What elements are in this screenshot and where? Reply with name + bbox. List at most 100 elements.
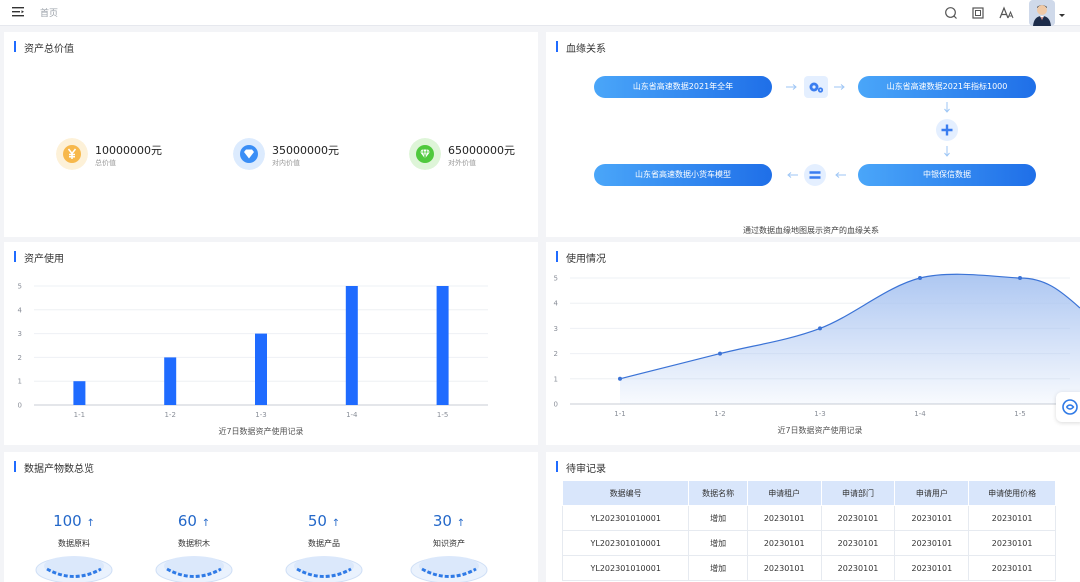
lineage-node-source[interactable]: 山东省高速数据2021年全年 <box>594 76 772 98</box>
stat-value: 100 ↑ <box>53 512 95 530</box>
data-point <box>818 326 822 331</box>
floating-assistant-button[interactable] <box>1056 392 1080 422</box>
lineage-caption: 通过数据血缘地图展示资产的血缘关系 <box>743 226 879 235</box>
y-tick-label: 3 <box>18 330 22 338</box>
x-tick-label: 1-4 <box>914 410 926 418</box>
panel-title: 血缘关系 <box>556 40 606 55</box>
arrow-left-icon <box>787 172 798 178</box>
table-header-row: 数据编号 数据名称 申请租户 申请部门 申请用户 申请使用价格 <box>561 480 1056 506</box>
y-tick-label: 1 <box>18 378 22 386</box>
table-cell: 20230101 <box>746 555 822 581</box>
table-cell: 20230101 <box>746 505 822 531</box>
arrow-up-icon: ↑ <box>201 518 211 529</box>
chevron-down-icon[interactable] <box>1059 14 1065 17</box>
table-cell: 20230101 <box>820 505 896 531</box>
table-cell: 增加 <box>688 505 748 531</box>
asset-usage-panel: 资产使用 0 1 2 3 4 5 1-1 1-2 1-3 1-4 1-5 近7日数据资产使用记录 <box>4 242 538 445</box>
lineage-node-medium[interactable]: 中银保信数据 <box>858 164 1036 186</box>
table-cell: 20230101 <box>820 530 896 556</box>
fullscreen-icon[interactable] <box>970 5 986 21</box>
column-header[interactable]: 数据名称 <box>688 480 748 506</box>
arrow-right-icon <box>834 84 845 90</box>
panel-title: 资产使用 <box>14 250 64 265</box>
avatar[interactable] <box>1029 0 1055 26</box>
x-tick-label: 1-1 <box>614 410 625 418</box>
table-cell: 20230101 <box>968 555 1056 581</box>
x-tick-label: 1-2 <box>164 411 175 419</box>
panel-title: 数据产物数总览 <box>14 460 94 475</box>
data-point <box>618 376 622 381</box>
value-label: 总价值 <box>95 159 116 167</box>
table-cell: 20230101 <box>968 530 1056 556</box>
lineage-node-target[interactable]: 山东省高速数据2021年指标1000 <box>858 76 1036 98</box>
column-header[interactable]: 申请使用价格 <box>968 480 1056 506</box>
top-bar: 首页 <box>0 0 1080 26</box>
y-tick-label: 1 <box>554 375 558 383</box>
diamond-icon <box>233 138 265 170</box>
table-cell: 20230101 <box>894 505 970 531</box>
yen-icon <box>56 138 88 170</box>
lineage-node-model[interactable]: 山东省高速数据小货车模型 <box>594 164 772 186</box>
breadcrumb[interactable]: 首页 <box>40 6 58 19</box>
platform-pedestal-icon <box>35 556 113 582</box>
data-point <box>718 351 722 356</box>
area-fill <box>620 274 1080 404</box>
user-avatar-icon <box>1029 0 1055 26</box>
x-tick-label: 1-5 <box>1014 410 1025 418</box>
menu-fold-icon[interactable] <box>12 5 26 19</box>
arrow-up-icon: ↑ <box>331 518 341 529</box>
table-cell: 20230101 <box>894 530 970 556</box>
y-tick-label: 2 <box>554 350 558 358</box>
y-tick-label: 0 <box>18 402 22 410</box>
bar <box>436 286 449 405</box>
stat-raw-materials: 100 ↑ 数据原料 <box>29 512 119 582</box>
y-tick-label: 5 <box>554 275 558 283</box>
data-point <box>918 276 922 280</box>
usage-area-chart: 0 1 2 3 4 5 1-1 1-2 1-3 1-4 1-5 近7日数据资产使用记录 <box>554 273 1080 435</box>
table-cell: 20230101 <box>968 505 1056 531</box>
panel-title: 资产总价值 <box>14 40 74 55</box>
table-cell: 20230101 <box>894 555 970 581</box>
x-tick-label: 1-1 <box>74 411 85 419</box>
bar <box>164 357 177 405</box>
product-overview-panel: 数据产物数总览 100 ↑ 数据原料 60 ↑ 数据积木 50 ↑ 数据产品 3… <box>4 452 538 582</box>
font-size-icon[interactable] <box>998 5 1014 21</box>
x-axis-title: 近7日数据资产使用记录 <box>777 425 862 435</box>
panel-title: 待审记录 <box>556 460 606 475</box>
table-cell: YL202301010001 <box>561 555 690 581</box>
value-item-total: 10000000元 总价值 <box>56 138 206 172</box>
stat-data-products: 50 ↑ 数据产品 <box>279 512 369 582</box>
table-row[interactable]: YL202301010001 增加 20230101 20230101 2023… <box>561 555 1056 581</box>
usage-status-panel: 使用情况 0 1 2 3 4 5 1-1 1-2 1-3 1-4 1-5 近7日数据资产使用记录 <box>546 242 1080 445</box>
assistant-icon <box>1062 399 1078 415</box>
platform-pedestal-icon <box>285 556 363 582</box>
table-row[interactable]: YL202301010001 增加 20230101 20230101 2023… <box>561 530 1056 556</box>
value-amount: 65000000元 <box>448 144 515 157</box>
platform-pedestal-icon <box>155 556 233 582</box>
y-tick-label: 2 <box>18 354 22 362</box>
column-header[interactable]: 申请租户 <box>746 480 822 506</box>
x-tick-label: 1-3 <box>255 411 266 419</box>
value-label: 对外价值 <box>448 159 476 167</box>
x-axis-title: 近7日数据资产使用记录 <box>218 426 303 436</box>
search-icon[interactable] <box>943 5 959 21</box>
column-header[interactable]: 申请用户 <box>894 480 970 506</box>
column-header[interactable]: 数据编号 <box>561 480 690 506</box>
value-amount: 10000000元 <box>95 144 162 157</box>
process-gear-icon <box>804 76 828 98</box>
plus-icon <box>936 119 958 141</box>
table-row[interactable]: YL202301010001 增加 20230101 20230101 2023… <box>561 505 1056 531</box>
panel-title: 使用情况 <box>556 250 606 265</box>
bar <box>345 286 358 405</box>
usage-bar-chart: 0 1 2 3 4 5 1-1 1-2 1-3 1-4 1-5 近7日数据资产使用记录 <box>18 283 488 436</box>
table-cell: 20230101 <box>820 555 896 581</box>
column-header[interactable]: 申请部门 <box>820 480 896 506</box>
data-point <box>1018 276 1022 280</box>
stat-value: 60 ↑ <box>177 512 211 530</box>
x-tick-label: 1-4 <box>346 411 358 419</box>
y-tick-label: 4 <box>554 300 559 308</box>
y-tick-label: 3 <box>554 325 558 333</box>
lineage-panel: 血缘关系 山东省高速数据2021年全年 山东省高速数据2021年指标1000 山… <box>546 32 1080 237</box>
arrow-left-icon <box>835 172 846 178</box>
stat-knowledge-assets: 30 ↑ 知识资产 <box>404 512 494 582</box>
